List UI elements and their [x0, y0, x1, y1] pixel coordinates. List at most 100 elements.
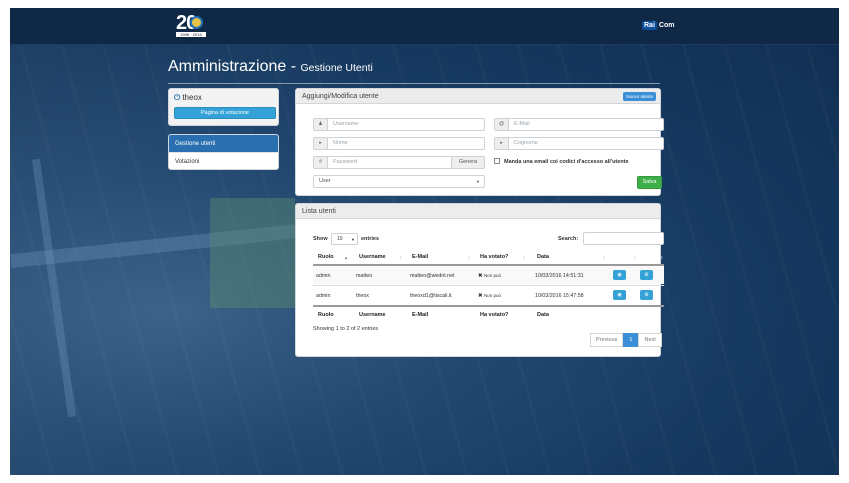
- current-user: ⏻ theox: [174, 93, 202, 103]
- list-panel-header: Lista utenti: [296, 204, 660, 219]
- form-panel-header: Aggiungi/Modifica utente Nuovo utente: [296, 89, 660, 104]
- entries-value: 10: [337, 236, 343, 242]
- sort-icon: ⇕: [660, 255, 664, 260]
- email-placeholder: E-Mail: [514, 121, 530, 127]
- at-icon: @: [495, 119, 509, 130]
- user-icon: ♟: [314, 119, 328, 130]
- cell-voted: ✖ Non può: [478, 273, 501, 279]
- list-panel-title: Lista utenti: [302, 208, 336, 215]
- voted-status: Non può: [483, 273, 501, 278]
- page-title-main: Amministrazione -: [168, 58, 297, 75]
- title-divider: [168, 83, 660, 84]
- column-header-ruolo[interactable]: Ruolo: [318, 254, 334, 260]
- eye-icon: ◉: [617, 292, 622, 298]
- entries-label: entries: [361, 236, 380, 242]
- pagination-page-1[interactable]: 1: [623, 333, 639, 347]
- role-selected-value: User: [319, 178, 331, 184]
- search-input[interactable]: [583, 232, 664, 245]
- cell-ruolo: admin: [316, 293, 331, 299]
- send-email-option[interactable]: Manda una email coi codici d'accesso all…: [494, 158, 629, 165]
- eye-icon: ◉: [617, 272, 622, 278]
- chevron-down-icon: ▼: [476, 179, 480, 184]
- voted-status: Non può: [483, 293, 501, 298]
- row-divider: [313, 285, 664, 286]
- send-email-checkbox[interactable]: [494, 158, 500, 164]
- chevron-down-icon: ▼: [351, 237, 355, 242]
- footer-email: E-Mail: [412, 312, 429, 318]
- view-user-button[interactable]: ◉: [613, 290, 626, 300]
- anniversary-logo[interactable]: 20 1996 · 2016: [176, 13, 206, 39]
- gear-icon: ⚙: [644, 292, 649, 298]
- sort-icon: ⇕: [522, 255, 526, 260]
- cell-voted: ✖ Non può: [478, 293, 501, 299]
- footer-ruolo: Ruolo: [318, 312, 334, 318]
- save-button[interactable]: Salva: [637, 176, 662, 189]
- column-header-email[interactable]: E-Mail: [412, 254, 428, 260]
- email-field[interactable]: @ E-Mail: [494, 118, 664, 131]
- background-board: [210, 198, 295, 308]
- cell-data: 10/03/2016 14:51:31: [535, 273, 584, 279]
- pagination-next[interactable]: Next: [638, 333, 662, 347]
- username-field[interactable]: ♟ Username: [313, 118, 485, 131]
- generate-password-button[interactable]: Genera: [451, 156, 485, 169]
- user-settings-button[interactable]: ⚙: [640, 270, 653, 280]
- show-label: Show: [313, 236, 328, 242]
- sidebar-item-gestione-utenti[interactable]: Gestione utenti: [169, 135, 278, 153]
- sidebar-nav: Gestione utenti Votazioni: [168, 134, 279, 170]
- cell-username: theox: [356, 293, 369, 299]
- raicom-logo[interactable]: Rai Com: [642, 19, 674, 31]
- sort-icon: ⇕: [602, 255, 606, 260]
- role-select[interactable]: User ▼: [313, 175, 485, 188]
- cell-email: theoxd1@tiscali.it: [410, 293, 452, 299]
- hash-icon: #: [314, 157, 328, 168]
- page-subtitle: Gestione Utenti: [300, 62, 373, 74]
- entries-select[interactable]: 10 ▼: [331, 233, 358, 245]
- cross-icon: ✖: [478, 273, 483, 279]
- footer-voted: Ha votato?: [480, 312, 509, 318]
- column-header-voted[interactable]: Ha votato?: [480, 254, 508, 260]
- logo-emblem-icon: [190, 16, 203, 29]
- sort-icon: ⇕: [399, 255, 403, 260]
- send-email-label: Manda una email coi codici d'accesso all…: [504, 159, 629, 165]
- footer-username: Username: [359, 312, 386, 318]
- user-panel: ⏻ theox Pagina di votazione: [168, 88, 279, 126]
- password-placeholder: Password: [333, 159, 358, 165]
- new-user-button[interactable]: Nuovo utente: [623, 92, 656, 101]
- com-logo-text: Com: [658, 21, 675, 29]
- caret-right-icon: ▸: [495, 138, 509, 149]
- form-panel-title: Aggiungi/Modifica utente: [302, 93, 379, 100]
- column-header-username[interactable]: Username: [359, 254, 386, 260]
- logo-tagline: 1996 · 2016: [176, 32, 206, 37]
- current-username: theox: [182, 93, 202, 102]
- cross-icon: ✖: [478, 293, 483, 299]
- cell-data: 10/03/2016 15:47:58: [535, 293, 584, 299]
- search-label: Search:: [558, 236, 579, 242]
- footer-data: Data: [537, 312, 549, 318]
- column-header-data[interactable]: Data: [537, 254, 549, 260]
- cell-email: matteo@wedot.net: [410, 273, 455, 279]
- background-post: [31, 158, 77, 418]
- user-settings-button[interactable]: ⚙: [640, 290, 653, 300]
- view-user-button[interactable]: ◉: [613, 270, 626, 280]
- surname-placeholder: Cognome: [514, 140, 538, 146]
- sort-ascending-icon: ▲: [344, 255, 348, 260]
- power-icon[interactable]: ⏻: [174, 93, 180, 102]
- surname-field[interactable]: ▸ Cognome: [494, 137, 664, 150]
- name-placeholder: Nome: [333, 140, 348, 146]
- table-info: Showing 1 to 2 of 2 entries: [313, 326, 379, 332]
- page-title: Amministrazione - Gestione Utenti: [168, 57, 373, 78]
- caret-right-icon: ▸: [314, 138, 328, 149]
- pagination: Previous 1 Next: [590, 333, 662, 347]
- voting-page-button[interactable]: Pagina di votazione: [174, 107, 276, 119]
- table-footer-divider: [313, 305, 664, 307]
- rai-logo-mark: Rai: [642, 20, 657, 30]
- gear-icon: ⚙: [644, 272, 649, 278]
- cell-username: matteo: [356, 273, 373, 279]
- name-field[interactable]: ▸ Nome: [313, 137, 485, 150]
- top-navbar: 20 1996 · 2016 Rai Com: [10, 8, 839, 45]
- sort-icon: ⇕: [467, 255, 471, 260]
- sidebar-item-votazioni[interactable]: Votazioni: [169, 153, 278, 169]
- pagination-previous[interactable]: Previous: [590, 333, 624, 347]
- username-placeholder: Username: [333, 121, 359, 127]
- password-field[interactable]: # Password: [313, 156, 452, 169]
